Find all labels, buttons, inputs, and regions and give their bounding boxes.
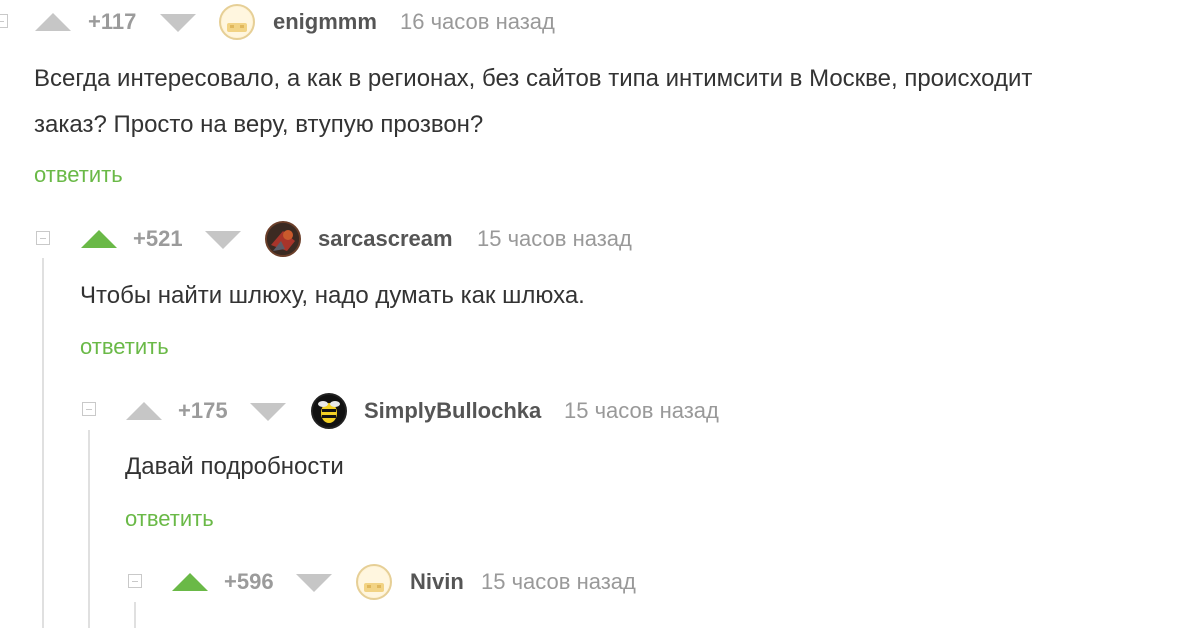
avatar[interactable] bbox=[356, 564, 392, 600]
timestamp[interactable]: 15 часов назад bbox=[481, 569, 636, 595]
upvote-icon[interactable] bbox=[172, 573, 208, 591]
rating-value: +117 bbox=[88, 9, 137, 34]
avatar-image-icon bbox=[267, 223, 299, 255]
comment-text: Чтобы найти шлюху, надо думать как шлюха… bbox=[80, 282, 585, 309]
username[interactable]: SimplyBullochka bbox=[364, 398, 541, 424]
username[interactable]: enigmmm bbox=[273, 9, 377, 35]
downvote-icon[interactable] bbox=[205, 231, 241, 249]
collapse-toggle[interactable] bbox=[36, 231, 50, 245]
comment-text-line: заказ? Просто на веру, втупую прозвон? bbox=[34, 111, 484, 138]
collapse-toggle[interactable] bbox=[128, 574, 142, 588]
avatar-face-icon bbox=[222, 7, 252, 37]
collapse-toggle[interactable] bbox=[82, 402, 96, 416]
upvote-icon[interactable] bbox=[126, 402, 162, 420]
rating-value: +175 bbox=[178, 398, 228, 423]
reply-link[interactable]: ответить bbox=[80, 334, 169, 360]
username[interactable]: Nivin bbox=[410, 569, 464, 595]
avatar[interactable] bbox=[265, 221, 301, 257]
avatar[interactable] bbox=[219, 4, 255, 40]
downvote-icon[interactable] bbox=[296, 574, 332, 592]
upvote-icon[interactable] bbox=[81, 230, 117, 248]
thread-line[interactable] bbox=[42, 258, 44, 628]
avatar-bee-icon bbox=[313, 395, 345, 427]
comment-text: Давай подробности bbox=[125, 453, 344, 480]
reply-link[interactable]: ответить bbox=[125, 506, 214, 532]
avatar[interactable] bbox=[311, 393, 347, 429]
reply-link[interactable]: ответить bbox=[34, 162, 123, 188]
rating-value: +596 bbox=[224, 569, 274, 594]
downvote-icon[interactable] bbox=[160, 14, 196, 32]
thread-line[interactable] bbox=[134, 602, 136, 628]
thread-line[interactable] bbox=[88, 430, 90, 628]
timestamp[interactable]: 16 часов назад bbox=[400, 9, 555, 35]
upvote-icon[interactable] bbox=[35, 13, 71, 31]
timestamp[interactable]: 15 часов назад bbox=[564, 398, 719, 424]
username[interactable]: sarcascream bbox=[318, 226, 453, 252]
rating-value: +521 bbox=[133, 226, 183, 251]
comment-text-line: Всегда интересовало, а как в регионах, б… bbox=[34, 65, 1033, 92]
downvote-icon[interactable] bbox=[250, 403, 286, 421]
collapse-toggle[interactable] bbox=[0, 14, 8, 28]
avatar-face-icon bbox=[359, 567, 389, 597]
timestamp[interactable]: 15 часов назад bbox=[477, 226, 632, 252]
